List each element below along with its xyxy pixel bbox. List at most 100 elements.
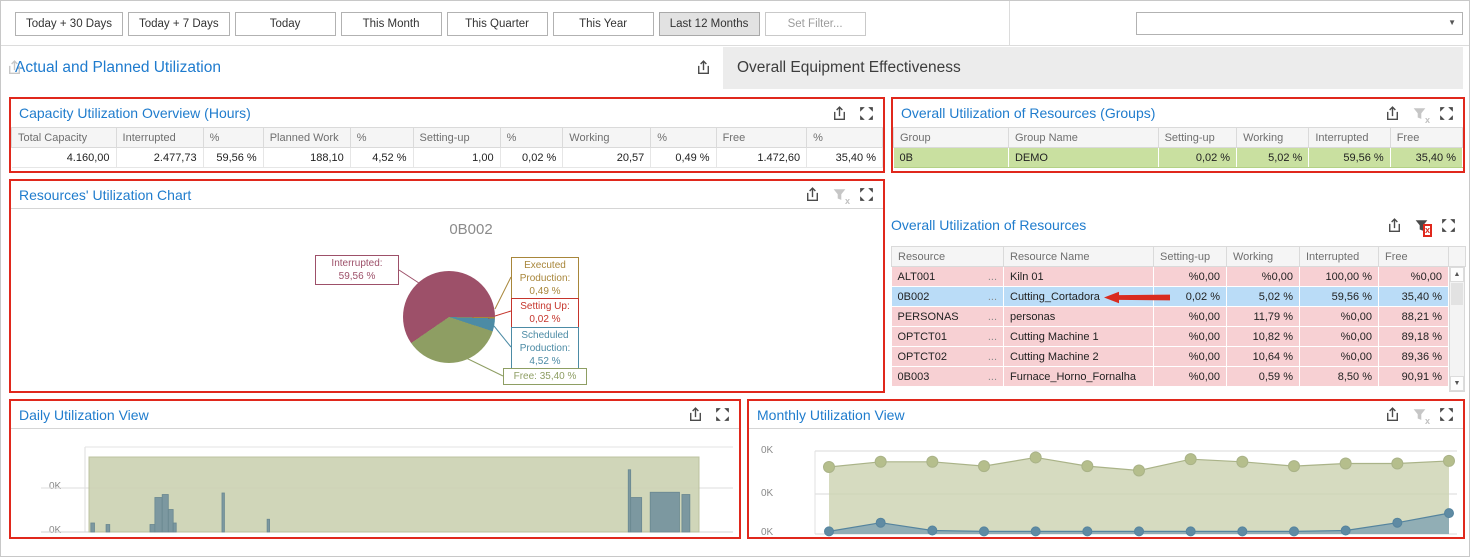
row-ellipsis-button[interactable]: ...: [988, 271, 997, 283]
capacity-utilization-overview-panel: Capacity Utilization Overview (Hours) To…: [9, 97, 885, 173]
this-month-button[interactable]: This Month: [341, 12, 442, 36]
panel-title: Capacity Utilization Overview (Hours): [19, 105, 251, 121]
table-row[interactable]: PERSONAS... personas %0,00 11,79 % %0,00…: [892, 307, 1466, 327]
resources-utilization-chart-panel: Resources' Utilization Chart x 0B002 Int…: [9, 179, 885, 393]
clear-filter-active-icon[interactable]: x: [1413, 217, 1430, 234]
table-row[interactable]: 0B003... Furnace_Horno_Fornalha %0,00 0,…: [892, 367, 1466, 387]
column-header[interactable]: Working: [1237, 128, 1309, 148]
column-header[interactable]: Setting-up: [413, 128, 500, 148]
column-header[interactable]: %: [807, 128, 883, 148]
row-ellipsis-button[interactable]: ...: [988, 291, 997, 303]
maximize-icon[interactable]: [1440, 217, 1457, 234]
column-header[interactable]: Interrupted: [1309, 128, 1390, 148]
working-pct: 0,49 %: [651, 148, 716, 168]
monthly-area-chart: [749, 429, 1463, 537]
pie-label-free: Free: 35,40 %: [503, 368, 587, 385]
pie-chart[interactable]: [403, 271, 495, 363]
table-row[interactable]: ALT001... Kiln 01 %0,00 %0,00 100,00 % %…: [892, 267, 1466, 287]
resources-table: Resource Resource Name Setting-up Workin…: [891, 246, 1466, 387]
export-icon[interactable]: [1384, 406, 1401, 423]
column-header[interactable]: Working: [563, 128, 651, 148]
scroll-down-button[interactable]: ▼: [1450, 376, 1464, 391]
column-header[interactable]: Group: [894, 128, 1009, 148]
column-header-spacer: [1449, 247, 1466, 267]
scroll-up-button[interactable]: ▲: [1450, 267, 1464, 282]
working-value: 20,57: [563, 148, 651, 168]
maximize-icon[interactable]: [1438, 105, 1455, 122]
resources-utilization-panel: Overall Utilization of Resources x Resou…: [891, 211, 1465, 393]
column-header[interactable]: Free: [716, 128, 807, 148]
last-12-months-button[interactable]: Last 12 Months: [659, 12, 760, 36]
column-header[interactable]: Setting-up: [1154, 247, 1227, 267]
column-header[interactable]: Resource Name: [1004, 247, 1154, 267]
maximize-icon[interactable]: [858, 186, 875, 203]
column-header[interactable]: %: [500, 128, 563, 148]
column-header[interactable]: Planned Work: [263, 128, 350, 148]
export-icon[interactable]: [6, 59, 23, 76]
column-header[interactable]: Free: [1379, 247, 1449, 267]
column-header[interactable]: Group Name: [1008, 128, 1158, 148]
scrollbar-thumb[interactable]: [1451, 283, 1463, 305]
column-header[interactable]: Total Capacity: [12, 128, 117, 148]
clear-filter-icon[interactable]: x: [1411, 105, 1428, 122]
this-year-button[interactable]: This Year: [553, 12, 654, 36]
maximize-icon[interactable]: [858, 105, 875, 122]
daily-area-chart: [11, 429, 739, 537]
column-header[interactable]: Interrupted: [116, 128, 203, 148]
row-ellipsis-button[interactable]: ...: [988, 371, 997, 383]
table-row[interactable]: 0B DEMO 0,02 % 5,02 % 59,56 % 35,40 %: [894, 148, 1463, 168]
inactive-tab-label: Overall Equipment Effectiveness: [737, 59, 961, 77]
export-icon[interactable]: [831, 105, 848, 122]
clear-filter-icon[interactable]: x: [831, 186, 848, 203]
column-header[interactable]: %: [203, 128, 263, 148]
dashboard-tabs: Actual and Planned Utilization Overall E…: [1, 47, 1469, 89]
maximize-icon[interactable]: [714, 406, 731, 423]
export-icon[interactable]: [687, 406, 704, 423]
active-tab-label: Actual and Planned Utilization: [15, 59, 221, 77]
export-icon[interactable]: [1386, 217, 1403, 234]
panel-title: Daily Utilization View: [19, 407, 149, 423]
clear-filter-icon[interactable]: x: [1411, 406, 1428, 423]
group-name: DEMO: [1008, 148, 1158, 168]
planned-work-pct: 4,52 %: [350, 148, 413, 168]
today-plus-7-days-button[interactable]: Today + 7 Days: [128, 12, 230, 36]
vertical-scrollbar[interactable]: ▲ ▼: [1449, 266, 1465, 392]
capacity-values-row: 4.160,00 2.477,73 59,56 % 188,10 4,52 % …: [12, 148, 883, 168]
row-ellipsis-button[interactable]: ...: [988, 311, 997, 323]
column-header[interactable]: %: [350, 128, 413, 148]
total-capacity-value: 4.160,00: [12, 148, 117, 168]
table-row[interactable]: OPTCT01... Cutting Machine 1 %0,00 10,82…: [892, 327, 1466, 347]
today-plus-30-days-button[interactable]: Today + 30 Days: [15, 12, 123, 36]
export-icon[interactable]: [1384, 105, 1401, 122]
panel-title: Resources' Utilization Chart: [19, 187, 191, 203]
column-header[interactable]: Interrupted: [1300, 247, 1379, 267]
export-icon[interactable]: [804, 186, 821, 203]
setting-up-pct: 0,02 %: [500, 148, 563, 168]
column-header[interactable]: %: [651, 128, 716, 148]
this-quarter-button[interactable]: This Quarter: [447, 12, 548, 36]
groups-table: Group Group Name Setting-up Working Inte…: [893, 127, 1463, 168]
tab-overall-equipment-effectiveness[interactable]: Overall Equipment Effectiveness: [723, 47, 1463, 89]
column-header[interactable]: Free: [1390, 128, 1462, 148]
today-button[interactable]: Today: [235, 12, 336, 36]
set-filter-button[interactable]: Set Filter...: [765, 12, 866, 36]
table-row[interactable]: 0B002... Cutting_Cortadora 0,02 % 5,02 %…: [892, 287, 1466, 307]
column-header[interactable]: Resource: [892, 247, 1004, 267]
row-ellipsis-button[interactable]: ...: [988, 331, 997, 343]
chevron-down-icon[interactable]: ▼: [1448, 18, 1456, 27]
row-ellipsis-button[interactable]: ...: [988, 351, 997, 363]
monthly-utilization-view-panel: Monthly Utilization View x 0K 0K 0K: [747, 399, 1465, 539]
capacity-table: Total Capacity Interrupted % Planned Wor…: [11, 127, 883, 168]
interrupted-pct: 59,56 %: [203, 148, 263, 168]
free-value: 1.472,60: [716, 148, 807, 168]
export-icon[interactable]: [695, 59, 712, 76]
tab-actual-and-planned-utilization[interactable]: Actual and Planned Utilization: [1, 47, 721, 89]
groups-utilization-panel: Overall Utilization of Resources (Groups…: [891, 97, 1465, 173]
dashboard-selector-dropdown[interactable]: ▼: [1136, 12, 1463, 35]
column-header[interactable]: Setting-up: [1158, 128, 1237, 148]
setting-up-value: 1,00: [413, 148, 500, 168]
column-header[interactable]: Working: [1227, 247, 1300, 267]
panel-title: Monthly Utilization View: [757, 407, 905, 423]
table-row[interactable]: OPTCT02... Cutting Machine 2 %0,00 10,64…: [892, 347, 1466, 367]
maximize-icon[interactable]: [1438, 406, 1455, 423]
